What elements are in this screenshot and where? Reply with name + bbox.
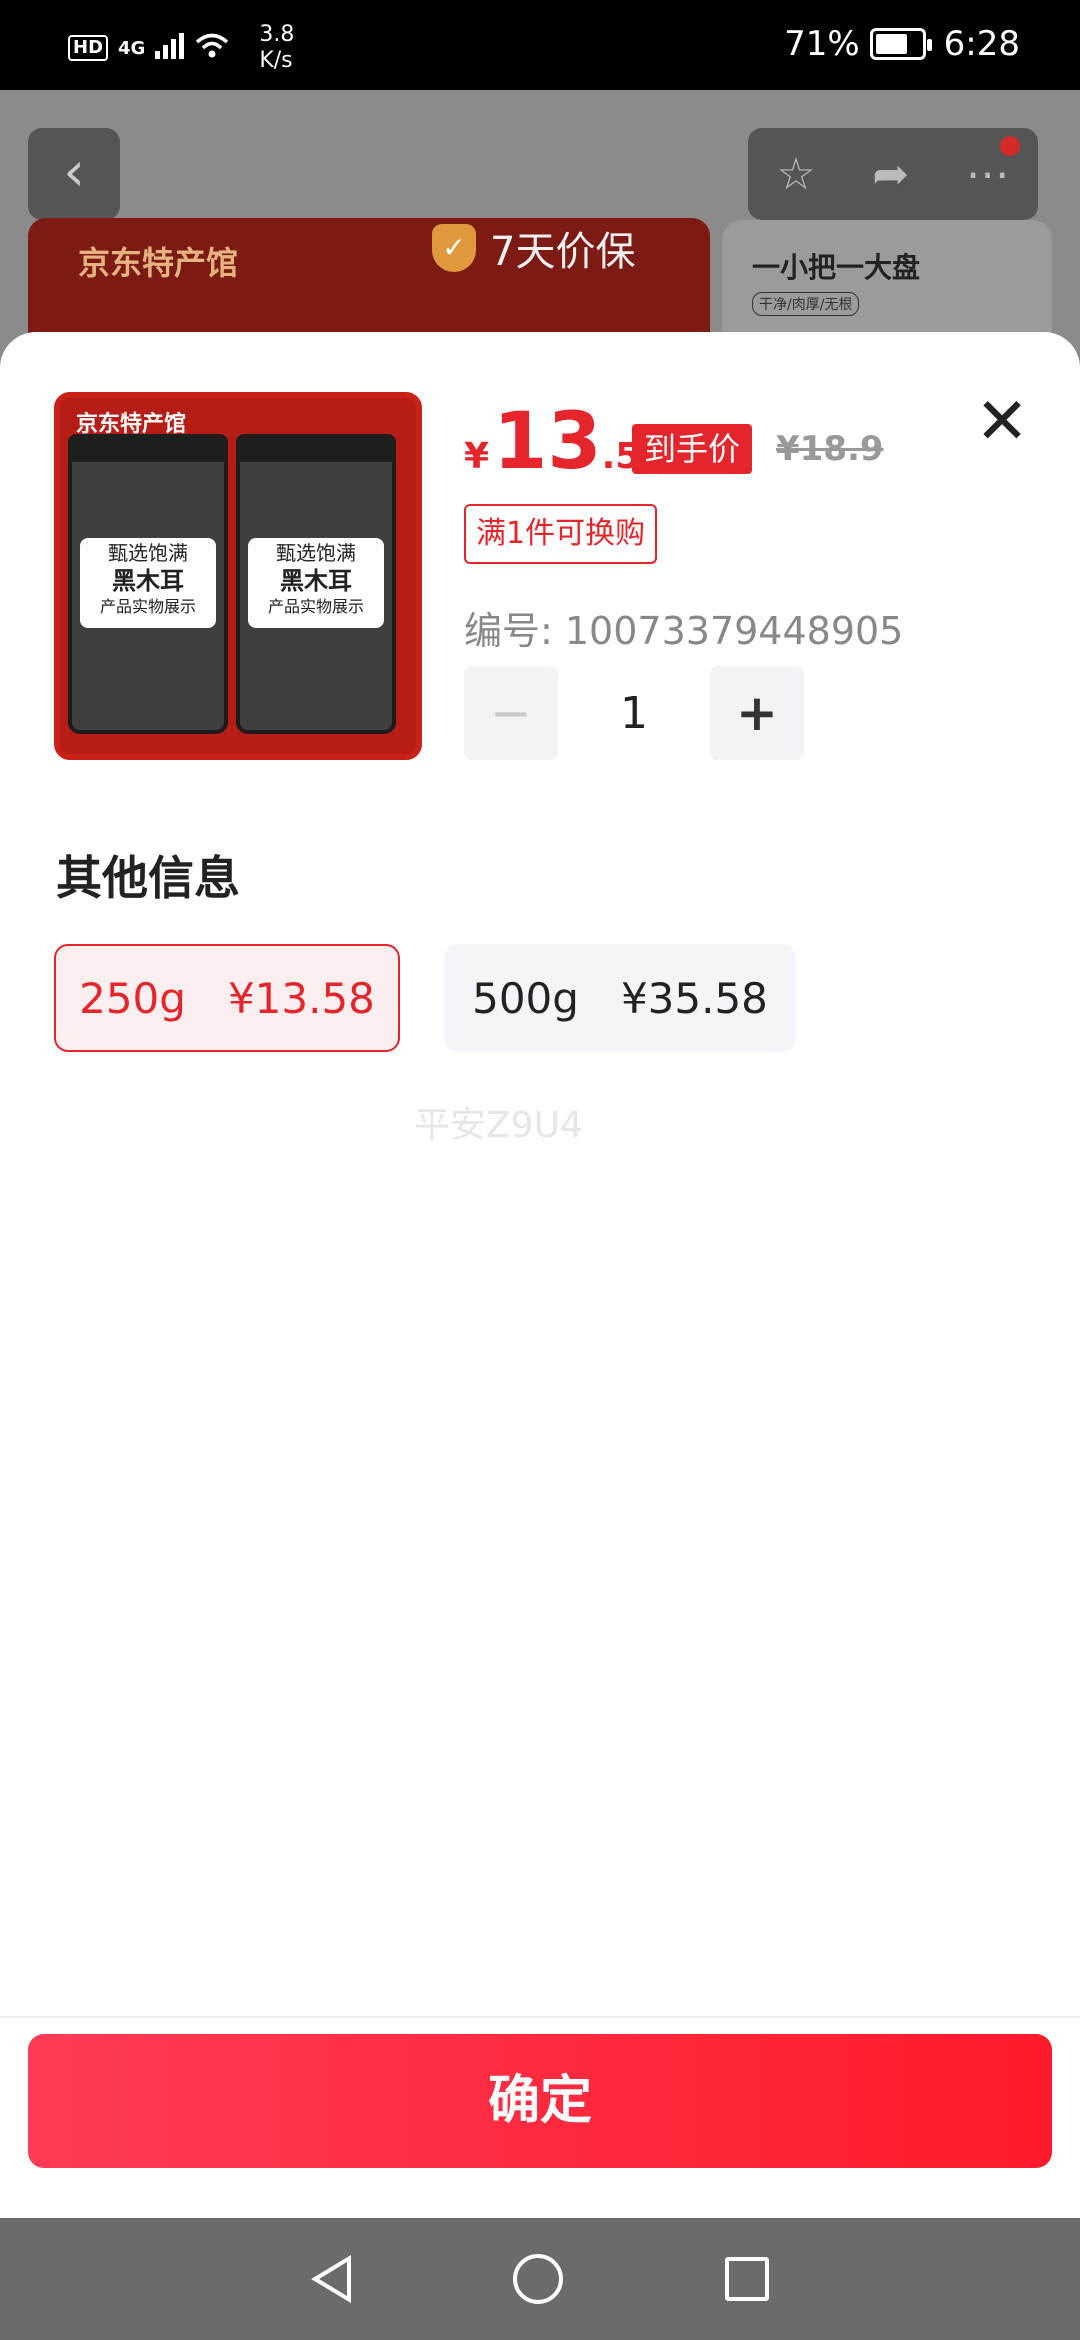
option-250g[interactable]: 250g ¥13.58 <box>54 944 400 1052</box>
watermark: 平安Z9U4 <box>414 1105 583 1146</box>
product-thumbnail[interactable]: 京东特产馆 甄选饱满 黑木耳 产品实物展示 甄选饱满 黑木耳 产品实物展示 <box>54 392 422 760</box>
status-left: HD 4G 3.8 K/s <box>68 22 294 74</box>
option-price: ¥13.58 <box>227 973 375 1023</box>
jar-cap <box>236 434 396 462</box>
hd-icon: HD <box>68 35 109 61</box>
jar-label-line3: 产品实物展示 <box>99 597 196 616</box>
quantity-stepper: − 1 + <box>464 666 804 760</box>
close-icon: ✕ <box>975 385 1029 459</box>
sku-selector-sheet: ✕ 京东特产馆 甄选饱满 黑木耳 产品实物展示 甄选饱满 黑木耳 产品实物展示 <box>0 332 1080 2218</box>
price-currency: ¥ <box>464 436 490 477</box>
clock: 6:28 <box>943 24 1020 64</box>
footer-divider <box>0 2016 1080 2018</box>
system-nav-bar <box>0 2218 1080 2340</box>
jar-label-line3: 产品实物展示 <box>267 597 364 616</box>
side-card-title: 一小把一大盘 <box>752 251 921 284</box>
jar-label: 甄选饱满 黑木耳 产品实物展示 <box>248 538 384 628</box>
jar-cap <box>68 434 228 462</box>
jar-label-line2: 黑木耳 <box>112 567 184 595</box>
signal-icon <box>155 33 185 63</box>
signal-label: 4G <box>118 37 146 59</box>
jar-label-line1: 甄选饱满 <box>276 541 356 565</box>
original-price: ¥18.9 <box>776 429 884 469</box>
network-speed: 3.8 K/s <box>259 22 294 74</box>
speed-unit: K/s <box>259 48 293 73</box>
speed-value: 3.8 <box>259 22 295 47</box>
status-bar: HD 4G 3.8 K/s 71% 6:28 <box>0 0 1080 90</box>
store-name: 京东特产馆 <box>78 244 239 282</box>
back-button[interactable]: ‹ <box>28 128 120 220</box>
option-price: ¥35.58 <box>620 973 768 1023</box>
confirm-button[interactable]: 确定 <box>28 2034 1052 2168</box>
nav-back-icon[interactable] <box>311 2255 351 2303</box>
status-right: 71% 6:28 <box>784 24 1020 64</box>
app-root: HD 4G 3.8 K/s 71% 6:28 ‹ ☆ ➦ ⋯ 京东特产馆 ✓ 7… <box>0 0 1080 2340</box>
promo-badge[interactable]: 满1件可换购 <box>464 504 658 564</box>
jar-label: 甄选饱满 黑木耳 产品实物展示 <box>80 538 216 628</box>
jar-label-line1: 甄选饱满 <box>108 541 188 565</box>
battery-icon <box>869 28 932 60</box>
price-guarantee: ✓ 7天价保 <box>432 218 692 278</box>
wifi-icon <box>195 33 229 63</box>
more-icon[interactable]: ⋯ <box>966 149 1010 200</box>
notification-dot <box>1000 136 1020 156</box>
section-title: 其他信息 <box>56 851 240 905</box>
price-integer: 13 <box>493 397 602 487</box>
final-price-tag: 到手价 <box>632 424 753 474</box>
option-weight: 250g <box>79 973 186 1023</box>
side-card-subtitle: 干净/肉厚/无根 <box>752 292 860 316</box>
increase-button[interactable]: + <box>710 666 804 760</box>
chevron-left-icon: ‹ <box>63 140 85 203</box>
option-500g[interactable]: 500g ¥35.58 <box>444 944 796 1052</box>
option-weight: 500g <box>472 973 579 1023</box>
nav-home-icon[interactable] <box>513 2254 563 2304</box>
jar-label-line2: 黑木耳 <box>280 567 352 595</box>
jar-right: 甄选饱满 黑木耳 产品实物展示 <box>236 434 396 734</box>
sku-number: 编号: 10073379448905 <box>464 609 904 653</box>
price-guarantee-label: 7天价保 <box>490 229 636 275</box>
spec-options: 250g ¥13.58 500g ¥35.58 <box>54 944 796 1052</box>
quantity-value[interactable]: 1 <box>558 688 710 739</box>
shield-check-icon: ✓ <box>432 224 476 272</box>
decrease-button[interactable]: − <box>464 666 558 760</box>
close-button[interactable]: ✕ <box>974 390 1030 454</box>
header-actions: ☆ ➦ ⋯ <box>748 128 1038 220</box>
battery-percent: 71% <box>784 24 860 64</box>
share-icon[interactable]: ➦ <box>872 149 909 200</box>
jar-left: 甄选饱满 黑木耳 产品实物展示 <box>68 434 228 734</box>
nav-recents-icon[interactable] <box>725 2257 769 2301</box>
star-icon[interactable]: ☆ <box>776 149 815 200</box>
battery-fill <box>875 34 907 54</box>
